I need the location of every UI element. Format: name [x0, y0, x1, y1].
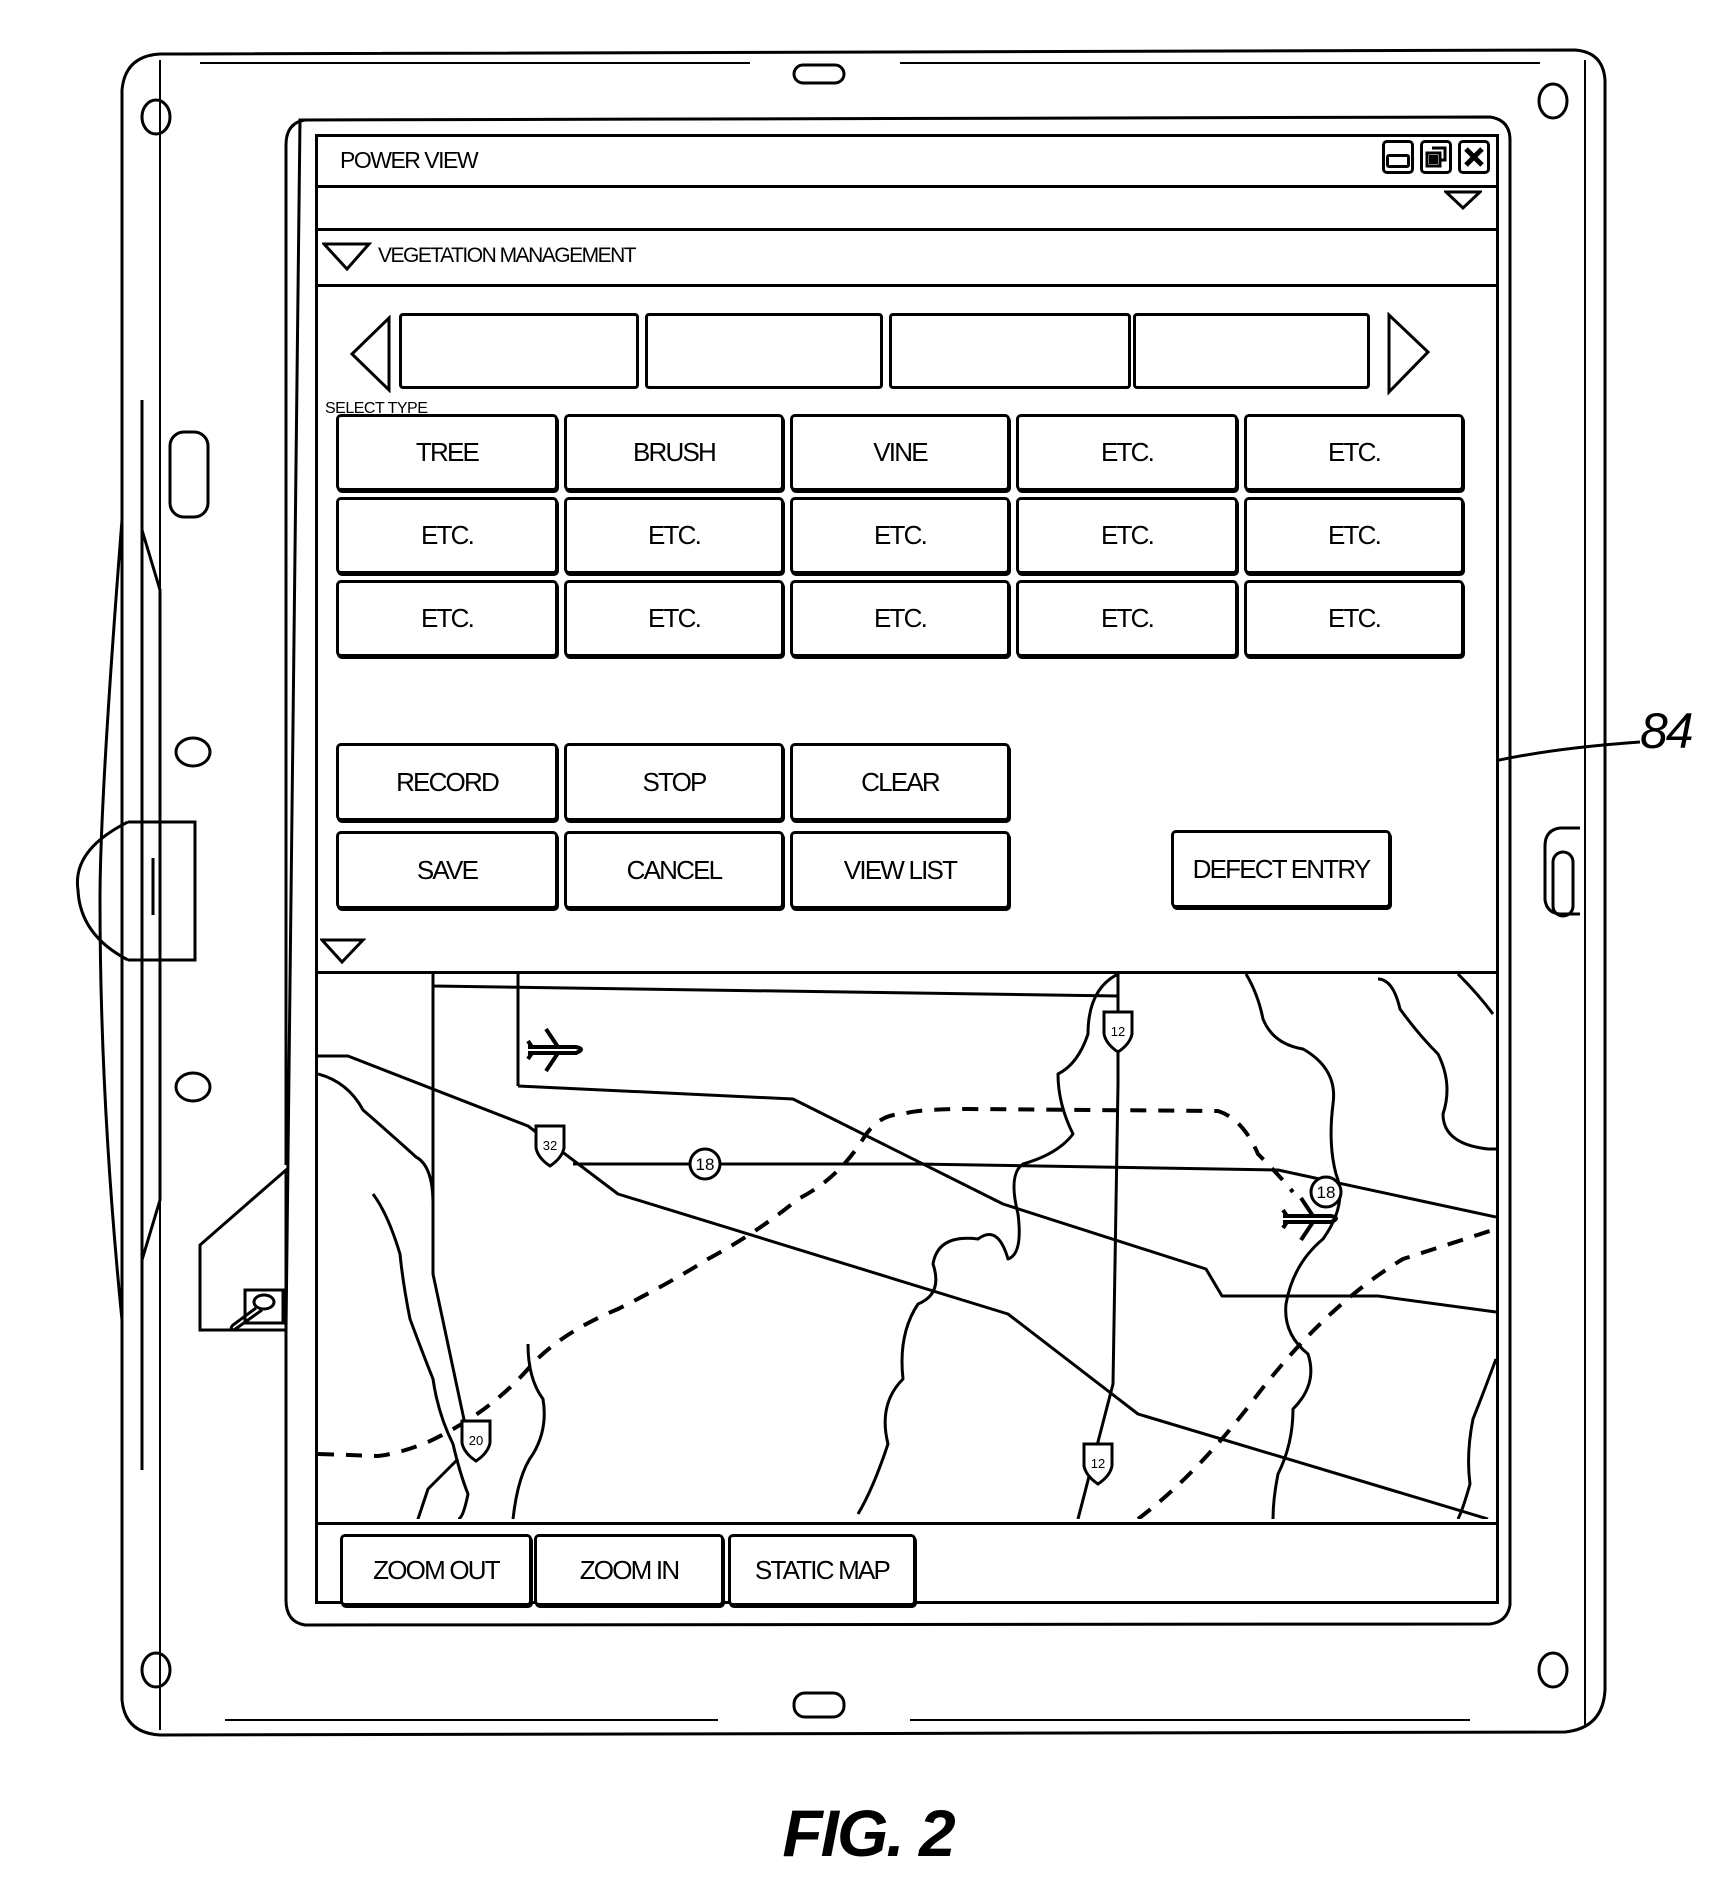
menu-bar: [318, 185, 1496, 231]
map-river: [1377, 977, 1496, 1151]
view-list-button[interactable]: VIEW LIST: [790, 831, 1010, 909]
triangle-down-icon[interactable]: [322, 241, 372, 273]
section-title: VEGETATION MANAGEMENT: [378, 244, 637, 267]
route-number: 18: [696, 1155, 715, 1174]
vegetation-type-option[interactable]: ETC.: [1244, 414, 1464, 491]
cancel-button[interactable]: CANCEL: [564, 831, 784, 909]
vegetation-type-option[interactable]: ETC.: [1016, 580, 1238, 657]
map-toolbar: ZOOM OUT ZOOM IN STATIC MAP: [318, 1522, 1496, 1606]
carousel-next-button[interactable]: [1386, 312, 1432, 396]
map-river: [856, 974, 1119, 1515]
figure-caption: FIG. 2: [782, 1796, 955, 1870]
vegetation-type-option[interactable]: ETC.: [1016, 497, 1238, 574]
power-view-window: POWER VIEW VEGETATION MANAGEMENT SELECT …: [315, 134, 1499, 1606]
minimize-button[interactable]: [1382, 140, 1414, 174]
vegetation-type-option[interactable]: VINE: [790, 414, 1010, 491]
carousel-slot[interactable]: [399, 313, 639, 389]
map-river: [1244, 974, 1342, 1520]
map-road: [318, 1072, 468, 1430]
state-route-icon: 18: [1309, 1175, 1343, 1209]
vegetation-type-option[interactable]: BRUSH: [564, 414, 784, 491]
map-road: [318, 1054, 1489, 1521]
route-number: 12: [1091, 1456, 1105, 1471]
map-canvas[interactable]: 12 32 18 18 20 12: [318, 974, 1496, 1522]
map-road: [415, 1457, 460, 1522]
map-river: [371, 1193, 470, 1521]
chevron-down-icon[interactable]: [1444, 189, 1482, 211]
airport-icon: [526, 1027, 583, 1073]
close-icon: [1464, 147, 1484, 167]
interstate-shield-icon: 20: [460, 1419, 492, 1463]
map-road: [517, 1084, 1496, 1314]
interstate-shield-icon: 12: [1102, 1010, 1134, 1054]
route-number: 18: [1317, 1183, 1336, 1202]
title-bar: POWER VIEW: [318, 137, 1496, 188]
restore-button[interactable]: [1420, 140, 1452, 174]
vegetation-type-option[interactable]: TREE: [336, 414, 558, 491]
zoom-in-button[interactable]: ZOOM IN: [534, 1534, 724, 1606]
vegetation-type-option[interactable]: ETC.: [1016, 414, 1238, 491]
carousel-slot[interactable]: [1133, 313, 1370, 389]
defect-entry-button[interactable]: DEFECT ENTRY: [1171, 830, 1391, 908]
vegetation-type-option[interactable]: ETC.: [790, 580, 1010, 657]
map-road: [431, 974, 1120, 998]
static-map-button[interactable]: STATIC MAP: [728, 1534, 916, 1606]
map-view[interactable]: 12 32 18 18 20 12: [318, 971, 1496, 1525]
map-river: [1456, 974, 1495, 1015]
record-button[interactable]: RECORD: [336, 743, 558, 821]
vegetation-type-option[interactable]: ETC.: [790, 497, 1010, 574]
state-route-icon: 18: [688, 1147, 722, 1181]
vegetation-management-header[interactable]: VEGETATION MANAGEMENT: [318, 231, 1496, 287]
map-river: [1456, 1358, 1496, 1520]
save-button[interactable]: SAVE: [336, 831, 558, 909]
carousel-slot[interactable]: [645, 313, 883, 389]
close-button[interactable]: [1458, 140, 1490, 174]
map-collapse-toggle[interactable]: [320, 937, 366, 965]
restore-icon: [1425, 146, 1447, 168]
map-road: [1076, 996, 1120, 1520]
reference-numeral: 84: [1640, 703, 1694, 759]
route-number: 20: [469, 1433, 483, 1448]
route-number: 12: [1111, 1024, 1125, 1039]
map-transmission-line: [318, 1106, 1295, 1459]
interstate-shield-icon: 32: [534, 1124, 566, 1168]
route-number: 32: [543, 1138, 557, 1153]
carousel-prev-button[interactable]: [348, 315, 392, 393]
vegetation-type-option[interactable]: ETC.: [1244, 580, 1464, 657]
vegetation-type-option[interactable]: ETC.: [564, 580, 784, 657]
clear-button[interactable]: CLEAR: [790, 743, 1010, 821]
vegetation-type-option[interactable]: ETC.: [336, 580, 558, 657]
stop-button[interactable]: STOP: [564, 743, 784, 821]
vegetation-type-option[interactable]: ETC.: [1244, 497, 1464, 574]
stylus-icon: [229, 1288, 285, 1332]
carousel-slot[interactable]: [889, 313, 1131, 389]
vegetation-type-option[interactable]: ETC.: [564, 497, 784, 574]
map-transmission-line: [1136, 1227, 1496, 1521]
zoom-out-button[interactable]: ZOOM OUT: [340, 1534, 532, 1606]
minimize-icon: [1386, 154, 1410, 168]
vegetation-type-option[interactable]: ETC.: [336, 497, 558, 574]
window-title: POWER VIEW: [340, 147, 479, 173]
